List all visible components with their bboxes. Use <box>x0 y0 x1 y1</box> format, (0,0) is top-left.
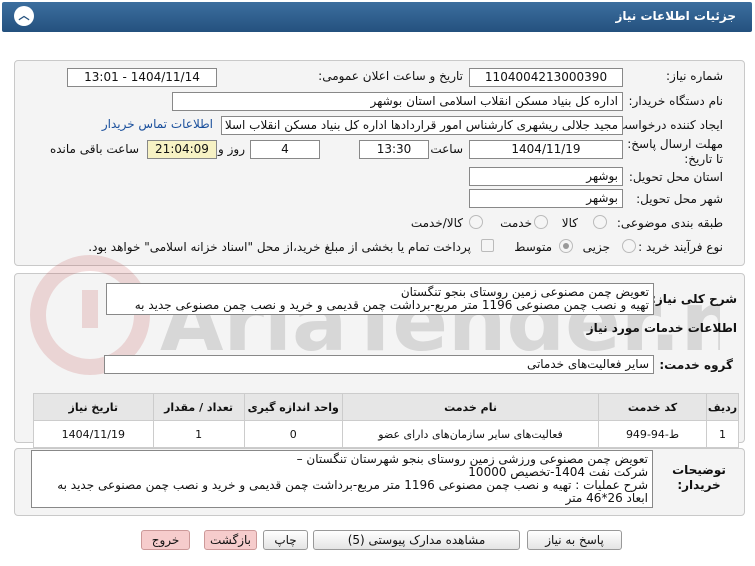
treasury-payment-note: پرداخت تمام یا بخشی از مبلغ خرید،از محل … <box>88 240 471 254</box>
col-service-code: کد خدمت <box>598 393 707 421</box>
creator-label: ایجاد کننده درخواست: <box>612 118 723 132</box>
service-group-label: گروه خدمت: <box>659 358 733 372</box>
cell-service-code: ط-94-949 <box>598 420 707 448</box>
exit-button[interactable]: خروج <box>141 530 190 550</box>
category-option-service: خدمت <box>500 216 532 230</box>
cell-unit: 0 <box>243 420 343 448</box>
services-table-header: تاریخ نیاز تعداد / مقدار واحد اندازه گیر… <box>33 393 740 421</box>
page-header: جزئیات اطلاعات نیاز ︿ <box>2 2 752 32</box>
category-option-goods-service: کالا/خدمت <box>410 216 463 230</box>
category-label: طبقه بندی موضوعی: <box>616 216 723 230</box>
need-number-label: شماره نیاز: <box>666 69 723 83</box>
print-button[interactable]: چاپ <box>263 530 308 550</box>
category-radio-goods[interactable] <box>593 215 607 229</box>
view-attachments-button[interactable]: مشاهده مدارک پیوستی (5) <box>313 530 520 550</box>
announce-datetime-label: تاریخ و ساعت اعلان عمومی: <box>318 69 463 83</box>
col-row: ردیف <box>705 393 740 421</box>
province-field: بوشهر <box>469 167 623 186</box>
creator-field: مجید جلالی ریشهری کارشناس امور قراردادها… <box>221 116 623 135</box>
deadline-label: مهلت ارسال پاسخ: تا تاریخ: <box>627 137 723 166</box>
cell-service-name: فعالیت‌های سایر سازمان‌های دارای عضو <box>341 420 600 448</box>
cell-quantity: 1 <box>152 420 245 448</box>
col-unit: واحد اندازه گیری <box>243 393 343 421</box>
remaining-time-label: ساعت باقی مانده <box>49 142 139 156</box>
buyer-notes-label: توضیحات خریدار: <box>672 463 726 492</box>
remaining-time-field: 21:04:09 <box>147 140 217 159</box>
service-group-field: سایر فعالیت‌های خدماتی <box>104 355 654 374</box>
chevron-up-icon[interactable]: ︿ <box>14 6 34 26</box>
cell-need-date: 1404/11/19 <box>33 420 154 448</box>
city-label: شهر محل تحویل: <box>636 192 723 206</box>
deadline-date-field: 1404/11/19 <box>469 140 623 159</box>
col-need-date: تاریخ نیاز <box>33 393 154 421</box>
back-button[interactable]: بازگشت <box>204 530 257 550</box>
buyer-org-field: اداره کل بنیاد مسکن انقلاب اسلامی استان … <box>172 92 623 111</box>
remaining-days-label: روز و <box>218 142 245 156</box>
need-number-field: 1104004213000390 <box>469 68 623 87</box>
buyer-org-label: نام دستگاه خریدار: <box>628 94 724 108</box>
process-radio-minor[interactable] <box>622 239 636 253</box>
summary-textarea[interactable]: تعویض چمن مصنوعی زمین روستای بنجو تنگستا… <box>106 283 654 315</box>
process-type-label: نوع فرآیند خرید : <box>638 240 723 254</box>
treasury-payment-checkbox[interactable] <box>481 239 494 252</box>
city-field: بوشهر <box>469 189 623 208</box>
deadline-time-label: ساعت <box>430 142 463 156</box>
province-label: استان محل تحویل: <box>628 170 723 184</box>
category-option-goods: کالا <box>561 216 578 230</box>
table-row[interactable]: 1404/11/19 1 0 فعالیت‌های سایر سازمان‌ها… <box>33 420 740 448</box>
summary-label: شرح کلی نیاز: <box>651 292 737 306</box>
col-service-name: نام خدمت <box>341 393 600 421</box>
process-radio-medium[interactable] <box>559 239 573 253</box>
category-radio-goods-service[interactable] <box>469 215 483 229</box>
services-section-title: اطلاعات خدمات مورد نیاز <box>586 321 737 335</box>
buyer-notes-textarea[interactable]: تعویض چمن مصنوعی ورزشی زمین روستای بنجو … <box>31 450 653 508</box>
category-radio-service[interactable] <box>534 215 548 229</box>
col-quantity: تعداد / مقدار <box>152 393 245 421</box>
reply-button[interactable]: پاسخ به نیاز <box>527 530 622 550</box>
buyer-contact-link[interactable]: اطلاعات تماس خریدار <box>102 117 213 131</box>
remaining-days-field: 4 <box>250 140 320 159</box>
cell-row: 1 <box>705 420 740 448</box>
process-option-minor: جزیی <box>582 240 610 254</box>
services-table: تاریخ نیاز تعداد / مقدار واحد اندازه گیر… <box>33 393 740 448</box>
announce-datetime-field: 1404/11/14 - 13:01 <box>67 68 217 87</box>
page-title: جزئیات اطلاعات نیاز <box>615 9 736 23</box>
deadline-time-field: 13:30 <box>359 140 429 159</box>
process-option-medium: متوسط <box>514 240 552 254</box>
